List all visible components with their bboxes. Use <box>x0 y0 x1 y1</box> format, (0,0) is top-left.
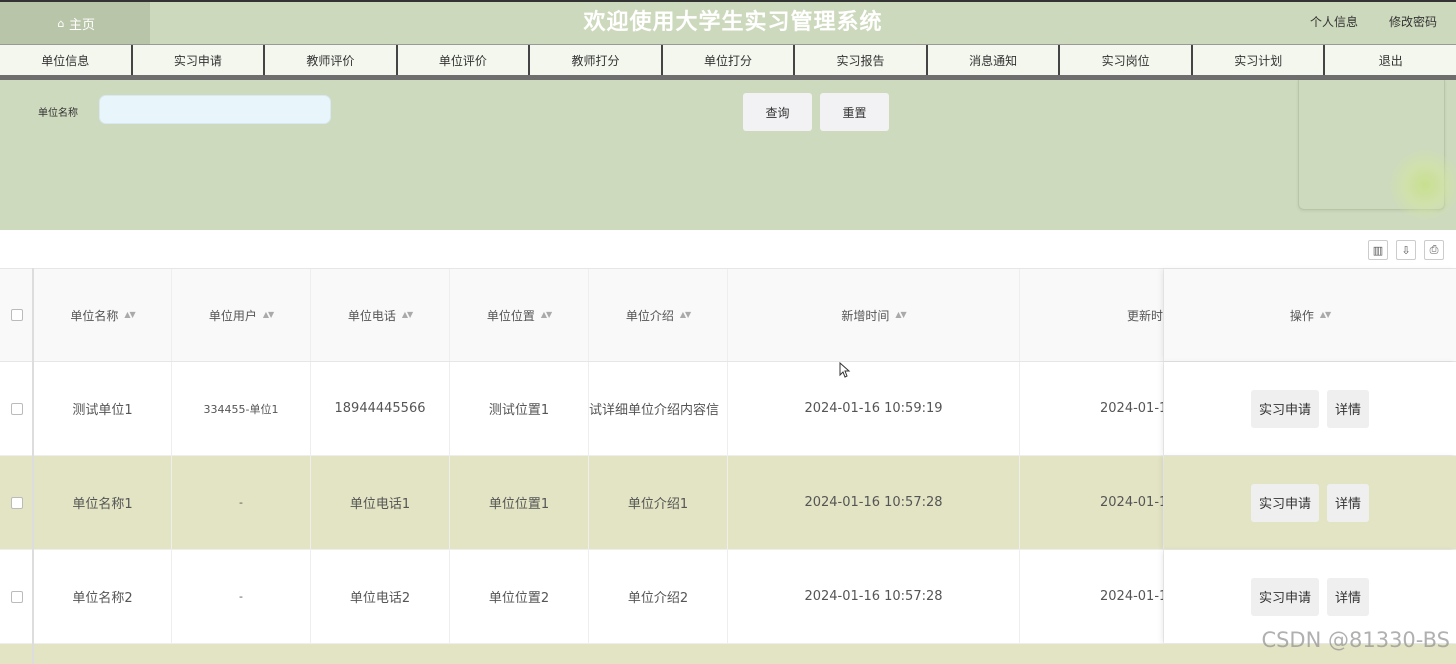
query-button[interactable]: 查询 <box>743 93 812 131</box>
cell-updated-time: 2024-01-1( <box>1020 362 1164 455</box>
units-table: 单位名称 ▲▼ 单位用户 ▲▼ 单位电话 ▲▼ 单位位置 ▲▼ 单位介绍 ▲▼ 新增时间 ▲… <box>0 268 1456 664</box>
page-title: 欢迎使用大学生实习管理系统 <box>583 10 883 35</box>
sort-icon[interactable]: ▲▼ <box>680 311 691 319</box>
columns-icon[interactable]: ▥ <box>1368 240 1388 260</box>
table-row: 测试单位1 334455-单位1 18944445566 测试位置1 试详细单位… <box>0 362 1456 456</box>
table-row <box>0 644 1456 664</box>
search-label: 单位名称 <box>38 108 78 119</box>
export-icon[interactable]: ⇩ <box>1396 240 1416 260</box>
cell-created-time: 2024-01-16 10:57:28 <box>728 550 1020 643</box>
column-header-actions: 操作 ▲▼ <box>1164 269 1456 361</box>
table-row: 单位名称2 - 单位电话2 单位位置2 单位介绍2 2024-01-16 10:… <box>0 550 1456 644</box>
watermark: CSDN @81330-BS <box>1261 628 1450 652</box>
unit-name-search-input[interactable] <box>99 95 331 124</box>
cell-unit-location: 单位位置1 <box>450 456 589 549</box>
sort-icon[interactable]: ▲▼ <box>541 311 552 319</box>
sort-icon[interactable]: ▲▼ <box>263 311 274 319</box>
cell-unit-name: 测试单位1 <box>34 362 172 455</box>
cell-updated-time: 2024-01-1( <box>1020 456 1164 549</box>
search-panel: 单位名称 查询 重置 <box>0 80 1456 230</box>
sort-icon[interactable]: ▲▼ <box>1320 311 1331 319</box>
cell-unit-name: 单位名称1 <box>34 456 172 549</box>
sort-icon[interactable]: ▲▼ <box>402 311 413 319</box>
table-row: 单位名称1 - 单位电话1 单位位置1 单位介绍1 2024-01-16 10:… <box>0 456 1456 550</box>
internship-apply-button[interactable]: 实习申请 <box>1250 483 1319 522</box>
column-header-unit-intro[interactable]: 单位介绍 ▲▼ <box>589 269 728 361</box>
table-header: 单位名称 ▲▼ 单位用户 ▲▼ 单位电话 ▲▼ 单位位置 ▲▼ 单位介绍 ▲▼ 新增时间 ▲… <box>0 268 1456 362</box>
detail-button[interactable]: 详情 <box>1327 577 1370 616</box>
nav-item-teacher-score[interactable]: 教师打分 <box>530 45 663 75</box>
sort-icon[interactable]: ▲▼ <box>124 311 135 319</box>
nav-item-internship-report[interactable]: 实习报告 <box>795 45 928 75</box>
sort-icon[interactable]: ▲▼ <box>895 311 906 319</box>
row-checkbox[interactable] <box>10 402 23 415</box>
header-bar: ⌂ 主页 欢迎使用大学生实习管理系统 个人信息 修改密码 <box>0 0 1456 44</box>
nav-item-teacher-review[interactable]: 教师评价 <box>265 45 398 75</box>
cell-updated-time: 2024-01-1( <box>1020 550 1164 643</box>
table-toolbar: ▥ ⇩ ⎙ <box>0 230 1456 268</box>
column-header-unit-user[interactable]: 单位用户 ▲▼ <box>172 269 311 361</box>
nav-item-unit-info[interactable]: 单位信息 <box>0 45 133 75</box>
column-header-created-time[interactable]: 新增时间 ▲▼ <box>728 269 1020 361</box>
reset-button[interactable]: 重置 <box>820 93 889 131</box>
cell-unit-location: 单位位置2 <box>450 550 589 643</box>
row-checkbox[interactable] <box>10 590 23 603</box>
nav-item-logout[interactable]: 退出 <box>1325 45 1456 75</box>
row-select-cell <box>0 456 34 549</box>
nav-item-notifications[interactable]: 消息通知 <box>928 45 1061 75</box>
cell-unit-user: 334455-单位1 <box>172 362 311 455</box>
mouse-cursor-icon <box>839 362 851 378</box>
cell-unit-intro: 试详细单位介绍内容信 <box>589 362 728 455</box>
cell-unit-intro: 单位介绍2 <box>589 550 728 643</box>
nav-item-internship-positions[interactable]: 实习岗位 <box>1060 45 1193 75</box>
select-all-checkbox[interactable] <box>10 309 23 321</box>
detail-button[interactable]: 详情 <box>1327 483 1370 522</box>
row-select-cell <box>0 550 34 643</box>
column-header-unit-name[interactable]: 单位名称 ▲▼ <box>34 269 172 361</box>
nav-item-unit-review[interactable]: 单位评价 <box>398 45 531 75</box>
column-header-unit-phone[interactable]: 单位电话 ▲▼ <box>311 269 450 361</box>
home-button[interactable]: ⌂ 主页 <box>0 2 150 44</box>
nav-item-internship-apply[interactable]: 实习申请 <box>133 45 266 75</box>
cell-unit-location: 测试位置1 <box>450 362 589 455</box>
row-actions: 实习申请 详情 <box>1164 456 1456 549</box>
detail-button[interactable]: 详情 <box>1327 389 1370 428</box>
row-actions: 实习申请 详情 <box>1164 362 1456 455</box>
row-checkbox[interactable] <box>10 496 23 509</box>
home-icon: ⌂ <box>57 16 65 30</box>
print-icon[interactable]: ⎙ <box>1424 240 1444 260</box>
home-label: 主页 <box>68 17 95 33</box>
cell-created-time: 2024-01-16 10:57:28 <box>728 456 1020 549</box>
cell-unit-user: - <box>172 550 311 643</box>
cell-unit-phone: 18944445566 <box>311 362 450 455</box>
column-header-updated-time[interactable]: 更新时 <box>1020 269 1164 361</box>
cell-unit-user: - <box>172 456 311 549</box>
cell-unit-intro: 单位介绍1 <box>589 456 728 549</box>
cell-unit-phone: 单位电话2 <box>311 550 450 643</box>
nav-item-internship-plan[interactable]: 实习计划 <box>1193 45 1326 75</box>
select-all-cell <box>0 269 34 361</box>
cell-unit-name: 单位名称2 <box>34 550 172 643</box>
column-header-unit-location[interactable]: 单位位置 ▲▼ <box>450 269 589 361</box>
internship-apply-button[interactable]: 实习申请 <box>1250 389 1319 428</box>
decorative-glow <box>1390 150 1456 220</box>
cell-unit-phone: 单位电话1 <box>311 456 450 549</box>
internship-apply-button[interactable]: 实习申请 <box>1250 577 1319 616</box>
nav-item-unit-score[interactable]: 单位打分 <box>663 45 796 75</box>
row-select-cell <box>0 362 34 455</box>
profile-link[interactable]: 个人信息 <box>1310 2 1358 44</box>
cell-created-time: 2024-01-16 10:59:19 <box>728 362 1020 455</box>
change-password-link[interactable]: 修改密码 <box>1389 2 1437 44</box>
main-nav: 单位信息 实习申请 教师评价 单位评价 教师打分 单位打分 实习报告 消息通知 … <box>0 44 1456 81</box>
